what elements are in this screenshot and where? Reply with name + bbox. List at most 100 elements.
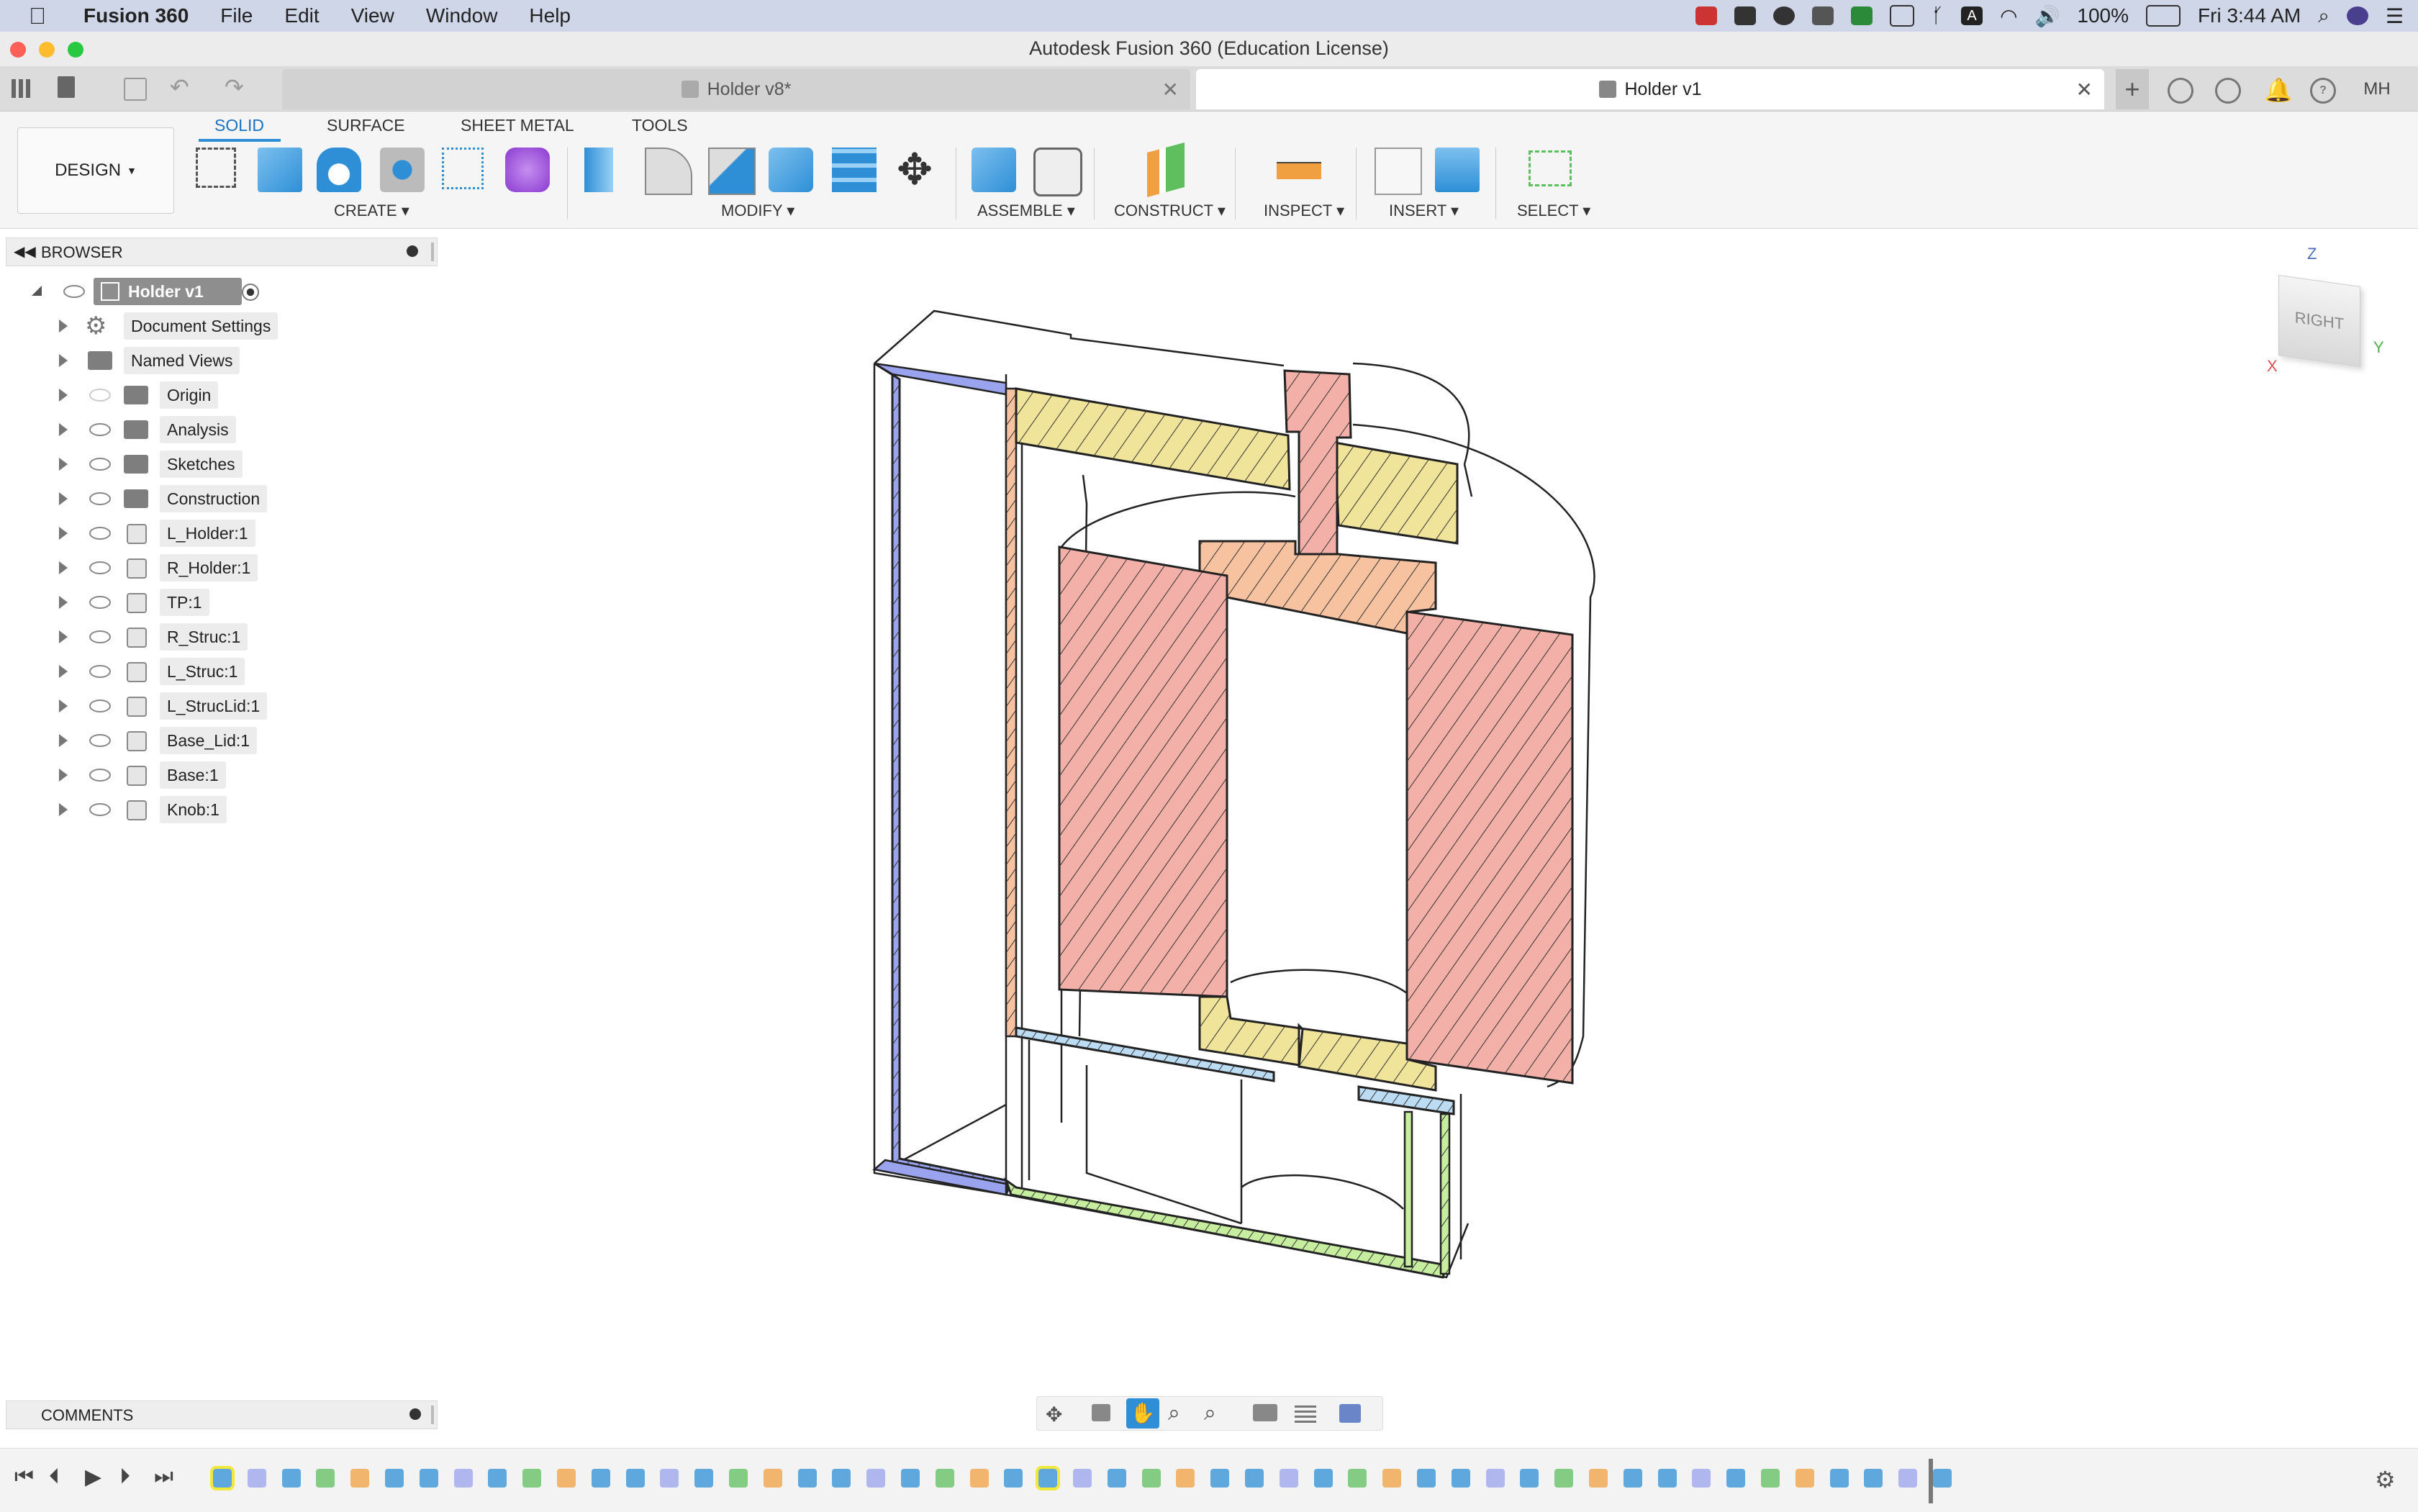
section-analysis-model[interactable] (446, 230, 2418, 1382)
visibility-icon[interactable] (89, 665, 111, 678)
timeline-play-icon[interactable]: ▶ (85, 1465, 101, 1490)
menu-window[interactable]: Window (426, 4, 498, 27)
browser-resize-handle[interactable] (431, 243, 434, 261)
user-avatar[interactable]: MH (2360, 75, 2394, 104)
tab-holder-v8[interactable]: Holder v8* ✕ (282, 69, 1190, 109)
visibility-icon[interactable] (89, 769, 111, 782)
combine-icon[interactable] (832, 148, 877, 192)
timeline-feature-icon[interactable] (1279, 1469, 1298, 1488)
app-menu[interactable]: Fusion 360 (83, 4, 189, 27)
expand-icon[interactable] (59, 630, 68, 643)
timeline-feature-icon[interactable] (866, 1469, 886, 1488)
timeline-settings-icon[interactable]: ⚙ (2375, 1466, 2396, 1493)
timeline-feature-icon[interactable] (1210, 1469, 1230, 1488)
status-app-icon-3[interactable] (1851, 6, 1873, 25)
timeline-feature-icon[interactable] (901, 1469, 920, 1488)
create-sketch-icon[interactable] (196, 148, 236, 188)
new-tab-button[interactable]: + (2116, 69, 2149, 109)
timeline-feature-icon[interactable] (694, 1469, 714, 1488)
app-grid-icon[interactable] (12, 79, 30, 98)
timeline-feature-icon[interactable] (1176, 1469, 1195, 1488)
activate-radio-icon[interactable] (242, 284, 259, 301)
joint-icon[interactable] (1033, 148, 1082, 196)
timeline-feature-icon[interactable] (1417, 1469, 1436, 1488)
save-icon[interactable] (124, 78, 147, 101)
tab-sheet-metal[interactable]: SHEET METAL (461, 116, 574, 135)
timeline-feature-icon[interactable] (1933, 1469, 1952, 1488)
menu-view[interactable]: View (351, 4, 394, 27)
apple-icon[interactable]:  (29, 3, 46, 30)
volume-icon[interactable]: 🔊 (2035, 4, 2060, 28)
browser-item[interactable]: L_StrucLid:1 (0, 690, 432, 722)
comments-panel[interactable]: COMMENTS (6, 1400, 438, 1429)
fit-icon[interactable]: ⌕ (1204, 1401, 1216, 1426)
browser-root-row[interactable]: Holder v1 (0, 276, 432, 307)
pattern-icon[interactable] (442, 148, 484, 189)
collapse-browser-icon[interactable]: ◀◀ (14, 243, 36, 261)
menu-file[interactable]: File (220, 4, 253, 27)
timeline-feature-icon[interactable] (763, 1469, 782, 1488)
fillet-icon[interactable] (645, 148, 692, 195)
tab-holder-v1[interactable]: Holder v1 ✕ (1196, 69, 2104, 109)
timeline-feature-icon[interactable] (1141, 1469, 1161, 1488)
display-settings-icon[interactable] (1253, 1404, 1277, 1421)
visibility-icon[interactable] (89, 423, 111, 436)
modify-menu[interactable]: MODIFY ▾ (721, 202, 794, 220)
timeline-feature-icon[interactable] (1313, 1469, 1333, 1488)
timeline-end-icon[interactable]: ⏭ (154, 1465, 173, 1489)
visibility-icon[interactable] (89, 561, 111, 574)
hole-icon[interactable] (380, 148, 425, 192)
browser-item[interactable]: L_Holder:1 (0, 517, 432, 549)
timeline-feature-icon[interactable] (1036, 1466, 1061, 1490)
timeline-feature-icon[interactable] (1107, 1469, 1126, 1488)
menu-edit[interactable]: Edit (284, 4, 319, 27)
workspace-switcher[interactable]: DESIGN ▼ (17, 127, 174, 214)
extrude-icon[interactable] (258, 148, 302, 192)
insert-canvas-icon[interactable] (1435, 148, 1480, 192)
add-comment-icon[interactable] (409, 1408, 421, 1420)
browser-item[interactable]: Analysis (0, 414, 432, 445)
timeline-feature-icon[interactable] (1073, 1469, 1092, 1488)
timeline-feature-icon[interactable] (1485, 1469, 1505, 1488)
timeline-start-icon[interactable]: ⏮ (14, 1465, 34, 1489)
look-at-icon[interactable] (1092, 1404, 1110, 1421)
timeline-feature-icon[interactable] (247, 1469, 266, 1488)
insert-svg-icon[interactable] (1375, 148, 1422, 195)
expand-icon[interactable] (59, 803, 68, 816)
tab-solid[interactable]: SOLID (214, 116, 264, 135)
expand-icon[interactable] (59, 769, 68, 782)
timeline-feature-icon[interactable] (453, 1469, 473, 1488)
browser-item[interactable]: Named Views (0, 345, 432, 376)
control-center-icon[interactable]: ☰ (2386, 4, 2404, 28)
browser-item[interactable]: R_Holder:1 (0, 552, 432, 584)
visibility-icon[interactable] (89, 630, 111, 643)
timeline-feature-icon[interactable] (350, 1469, 370, 1488)
camera-icon[interactable] (1734, 6, 1757, 25)
timeline-feature-icon[interactable] (1726, 1469, 1746, 1488)
visibility-icon[interactable] (89, 803, 111, 816)
expand-icon[interactable] (59, 492, 68, 505)
browser-item[interactable]: ⚙ Document Settings (0, 310, 432, 342)
visibility-icon[interactable] (89, 596, 111, 609)
timeline-feature-icon[interactable] (797, 1469, 817, 1488)
clock[interactable]: Fri 3:44 AM (2198, 4, 2301, 27)
timeline-feature-icon[interactable] (729, 1469, 748, 1488)
status-app-icon-2[interactable] (1812, 6, 1834, 25)
pan-icon[interactable]: ✋ (1126, 1398, 1159, 1429)
browser-item[interactable]: R_Struc:1 (0, 621, 432, 653)
expand-icon[interactable] (59, 354, 68, 367)
visibility-icon[interactable] (89, 389, 111, 402)
browser-header[interactable]: ◀◀ BROWSER (6, 237, 438, 266)
timeline-feature-icon[interactable] (557, 1469, 576, 1488)
visibility-icon[interactable] (89, 527, 111, 540)
orbit-icon[interactable]: ✥ (1046, 1403, 1062, 1426)
status-app-icon[interactable] (1695, 6, 1718, 25)
select-window-icon[interactable] (1529, 150, 1572, 186)
timeline-feature-icon[interactable] (1864, 1469, 1883, 1488)
tab-tools[interactable]: TOOLS (632, 116, 688, 135)
tab-surface[interactable]: SURFACE (327, 116, 405, 135)
wifi-icon[interactable]: ◠ (2000, 4, 2017, 28)
airplay-icon[interactable] (1890, 5, 1915, 27)
timeline-feature-icon[interactable] (1520, 1469, 1539, 1488)
chamfer-icon[interactable] (708, 148, 756, 195)
